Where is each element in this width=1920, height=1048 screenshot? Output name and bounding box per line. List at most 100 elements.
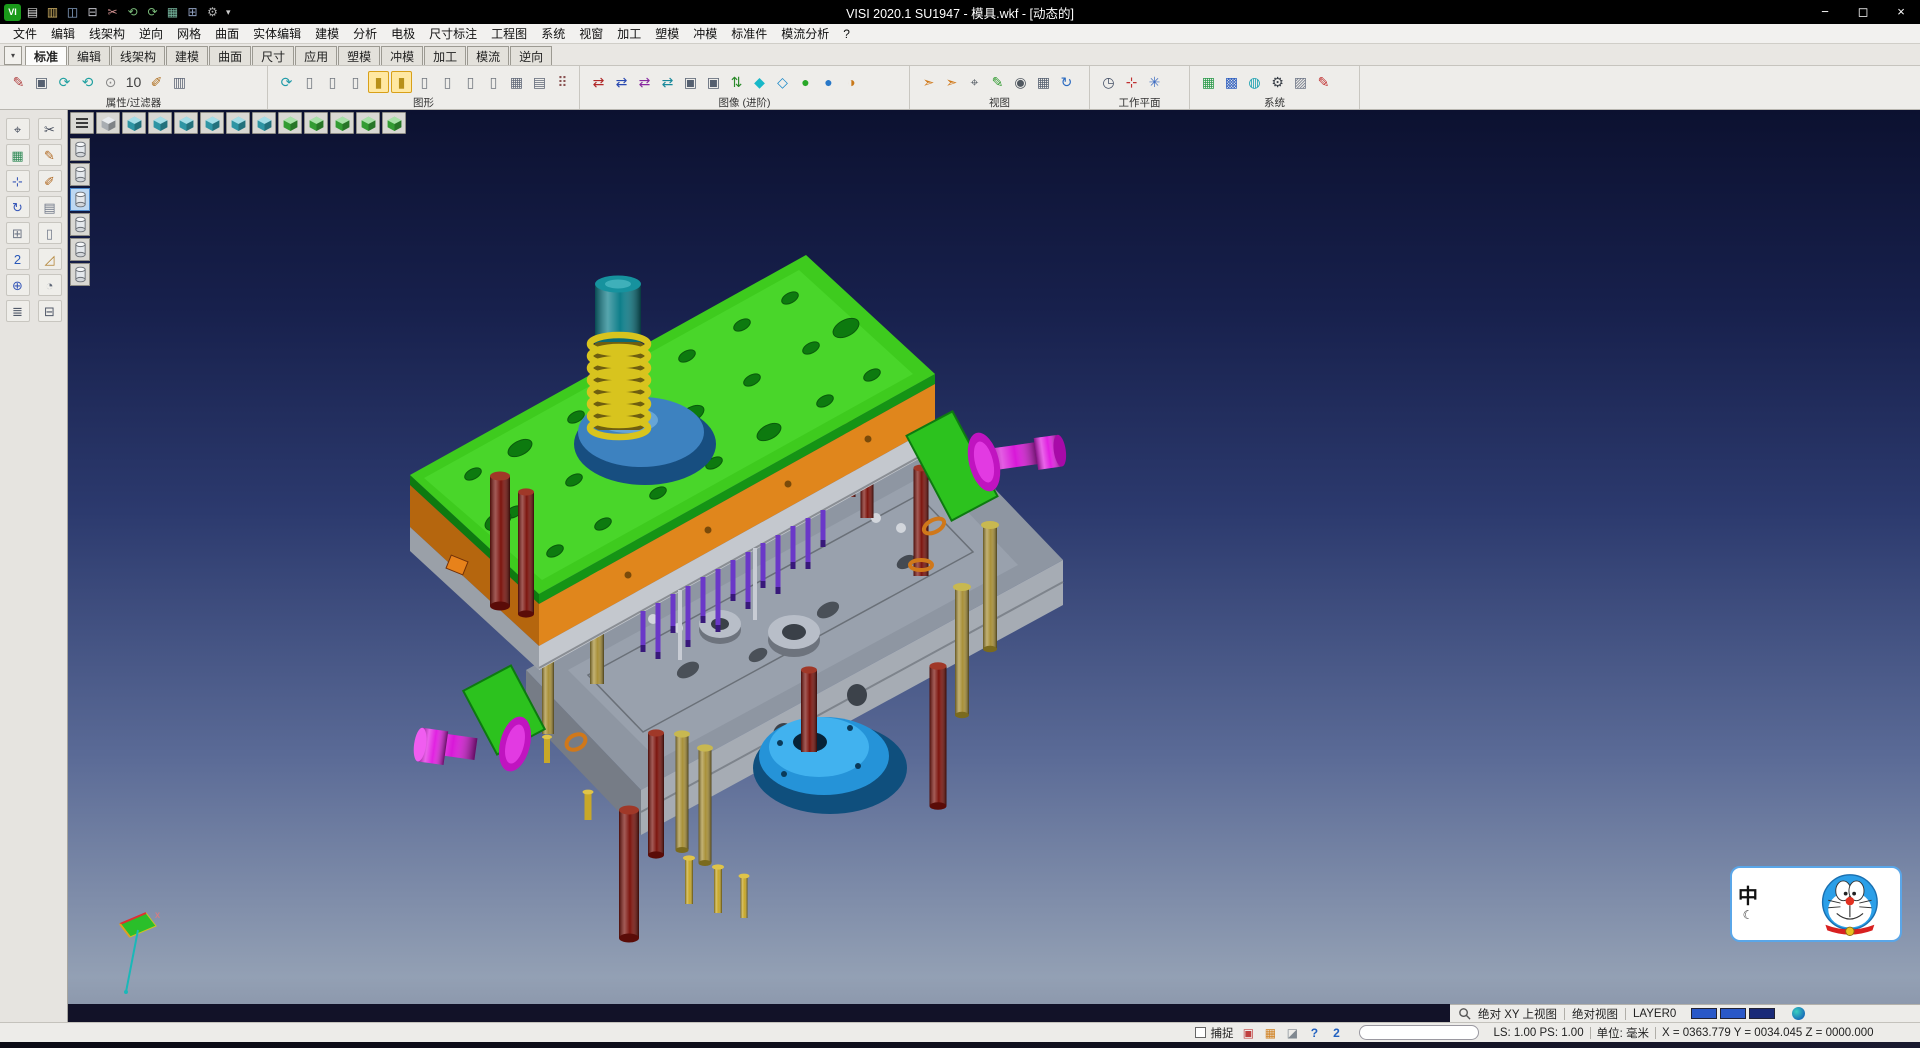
render-diamond-small-icon[interactable]: ◇ xyxy=(772,71,793,93)
view-back-icon[interactable] xyxy=(200,112,224,134)
wire-box-icon[interactable]: ▦ xyxy=(506,71,527,93)
view-right-icon[interactable] xyxy=(252,112,276,134)
render-pie-icon[interactable]: ◑ xyxy=(841,71,862,93)
screen-2-icon[interactable]: ▣ xyxy=(703,71,724,93)
ribbon-tab[interactable]: 标准 xyxy=(25,46,67,65)
shade-style-1-icon[interactable]: ▯ xyxy=(299,71,320,93)
compare-teal-icon[interactable]: ⇄ xyxy=(657,71,678,93)
shade-style-3-icon[interactable]: ▯ xyxy=(345,71,366,93)
layer-manager-icon[interactable]: ▦ xyxy=(1198,71,1219,93)
render-diamond-icon[interactable]: ◆ xyxy=(749,71,770,93)
ime-crescent-icon[interactable]: ☾ xyxy=(1743,909,1754,921)
zoom-target-icon[interactable]: ⌖ xyxy=(964,71,985,93)
view-rotate-icon[interactable]: ↻ xyxy=(1056,71,1077,93)
two-points-icon[interactable]: 2 xyxy=(6,248,30,270)
ime-language-badge[interactable]: 中 xyxy=(1738,887,1758,907)
menu-item[interactable]: 电极 xyxy=(384,25,422,42)
ribbon-tab[interactable]: 冲模 xyxy=(381,46,423,65)
ribbon-tab[interactable]: 建模 xyxy=(166,46,208,65)
undo-icon[interactable]: ⟲ xyxy=(124,4,141,21)
ribbon-tab[interactable]: 应用 xyxy=(295,46,337,65)
minimize-button[interactable]: − xyxy=(1806,0,1844,24)
workplane-axis-icon[interactable]: ⊹ xyxy=(1121,71,1142,93)
view-dynamic-icon[interactable] xyxy=(382,112,406,134)
workplane-star-icon[interactable]: ✳ xyxy=(1144,71,1165,93)
print-icon[interactable]: ⊟ xyxy=(84,4,101,21)
layer-color-swatch[interactable] xyxy=(1691,1008,1717,1019)
menu-item[interactable]: 标准件 xyxy=(724,25,774,42)
menu-item[interactable]: 冲模 xyxy=(686,25,724,42)
refresh-cw-icon[interactable]: ⟳ xyxy=(54,71,75,93)
menu-item[interactable]: 文件 xyxy=(6,25,44,42)
section-view-icon[interactable]: ▤ xyxy=(529,71,550,93)
shade-style-7-icon[interactable]: ▯ xyxy=(483,71,504,93)
shade-style-2-icon[interactable]: ▯ xyxy=(322,71,343,93)
menu-item[interactable]: 分析 xyxy=(346,25,384,42)
menu-item[interactable]: 建模 xyxy=(308,25,346,42)
menu-item[interactable]: 塑模 xyxy=(648,25,686,42)
refresh-ccw-icon[interactable]: ⟲ xyxy=(77,71,98,93)
clamp-disc[interactable] xyxy=(753,717,907,814)
ribbon-tab[interactable]: 模流 xyxy=(467,46,509,65)
plane-grid-icon[interactable]: ▦ xyxy=(6,144,30,166)
menu-item[interactable]: 尺寸标注 xyxy=(422,25,484,42)
disc-pillar[interactable] xyxy=(801,666,817,752)
menu-item[interactable]: 实体编辑 xyxy=(246,25,308,42)
menu-item[interactable]: 模流分析 xyxy=(774,25,836,42)
selection-filter-icon[interactable]: ⌖ xyxy=(6,118,30,140)
view-front-icon[interactable] xyxy=(174,112,198,134)
ribbon-tab[interactable]: 编辑 xyxy=(68,46,110,65)
mold-3d-model[interactable] xyxy=(68,110,1920,1004)
shade-style-6-icon[interactable]: ▯ xyxy=(460,71,481,93)
display-mode-6-icon[interactable] xyxy=(70,263,90,286)
maximize-button[interactable]: ◻ xyxy=(1844,0,1882,24)
layer-2-icon[interactable]: 2 xyxy=(1327,1025,1345,1041)
sheet-body-icon[interactable]: ▤ xyxy=(38,196,62,218)
search-icon[interactable] xyxy=(1458,1007,1471,1020)
sphere-blue-icon[interactable]: ● xyxy=(818,71,839,93)
filter-magnet-icon[interactable]: ⊙ xyxy=(100,71,121,93)
spring-plunger[interactable] xyxy=(590,276,648,438)
compare-purple-icon[interactable]: ⇄ xyxy=(634,71,655,93)
shade-active-2-icon[interactable]: ▮ xyxy=(391,71,412,93)
ime-panel[interactable]: 中 ☾ xyxy=(1730,866,1902,942)
ribbon-tab[interactable]: 逆向 xyxy=(510,46,552,65)
filter-pencil-icon[interactable]: ✐ xyxy=(146,71,167,93)
sketch-pencil-icon[interactable]: ✎ xyxy=(38,144,62,166)
menu-item[interactable]: 逆向 xyxy=(132,25,170,42)
view-isometric-icon[interactable] xyxy=(122,112,146,134)
pattern-icon[interactable]: ▨ xyxy=(1290,71,1311,93)
menu-item[interactable]: ? xyxy=(836,27,857,41)
display-mode-4-icon[interactable] xyxy=(70,213,90,236)
capture-icon[interactable]: ▦ xyxy=(164,4,181,21)
regenerate-icon[interactable]: ⟳ xyxy=(276,71,297,93)
screen-1-icon[interactable]: ▣ xyxy=(680,71,701,93)
menu-item[interactable]: 线架构 xyxy=(82,25,132,42)
redo-icon[interactable]: ⟳ xyxy=(144,4,161,21)
compare-blue-icon[interactable]: ⇄ xyxy=(611,71,632,93)
snap-toggle[interactable]: 捕捉 xyxy=(1195,1025,1233,1041)
layer-list-icon[interactable]: ≣ xyxy=(6,300,30,322)
snap-checkbox[interactable] xyxy=(1195,1027,1206,1038)
update-arrows-icon[interactable]: ⇅ xyxy=(726,71,747,93)
viewport-menu-icon[interactable] xyxy=(70,112,94,134)
side-lock-left[interactable] xyxy=(412,666,545,775)
view-mode-label[interactable]: 绝对 XY 上视图 xyxy=(1478,1006,1557,1022)
view-reference-label[interactable]: 绝对视图 xyxy=(1572,1006,1618,1022)
help-icon[interactable]: ? xyxy=(1305,1025,1323,1041)
ribbon-tab[interactable]: 线架构 xyxy=(111,46,165,65)
ucs-origin-icon[interactable]: ⊕ xyxy=(6,274,30,296)
protractor-icon[interactable]: ◔ xyxy=(38,274,62,296)
osnap-icon[interactable]: ▣ xyxy=(1239,1025,1257,1041)
workplane-snap-icon[interactable]: ◪ xyxy=(1283,1025,1301,1041)
display-mode-3-icon[interactable] xyxy=(70,188,90,211)
quick-search-input[interactable] xyxy=(1359,1025,1479,1040)
menu-item[interactable]: 系统 xyxy=(534,25,572,42)
menu-item[interactable]: 编辑 xyxy=(44,25,82,42)
save-icon[interactable]: ◫ xyxy=(64,4,81,21)
active-layer-label[interactable]: LAYER0 xyxy=(1633,1008,1676,1020)
attribute-viewer-icon[interactable]: ▣ xyxy=(31,71,52,93)
globe-icon[interactable]: ◍ xyxy=(1244,71,1265,93)
palette-icon[interactable]: ▩ xyxy=(1221,71,1242,93)
trim-scissors-icon[interactable]: ✂ xyxy=(38,118,62,140)
